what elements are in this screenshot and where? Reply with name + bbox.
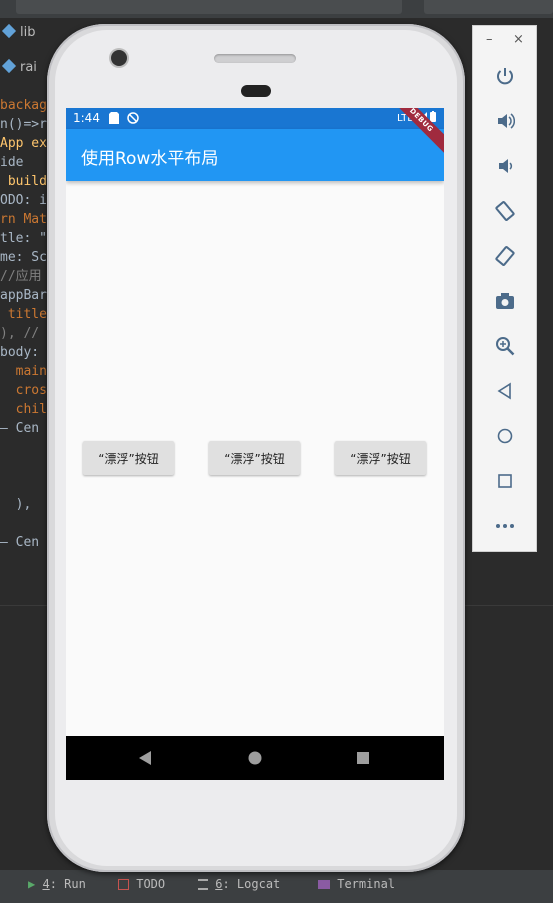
system-nav-bar: [66, 736, 444, 780]
minimize-button[interactable]: –: [486, 32, 493, 47]
float-button-2[interactable]: “漂浮”按钮: [209, 441, 300, 475]
back-icon: [497, 382, 511, 400]
logcat-tool-button[interactable]: 6: Logcat: [198, 877, 280, 891]
breadcrumb-label: lib: [20, 25, 36, 40]
run-tool-key: 4: [42, 877, 50, 891]
rotate-left-icon: [495, 201, 515, 221]
ide-tab-strip: [0, 0, 553, 18]
run-tool-label: : Run: [49, 877, 86, 891]
nav-recents-button[interactable]: [353, 748, 373, 768]
logcat-icon: [198, 879, 208, 890]
nav-back-icon: [139, 751, 151, 765]
breadcrumb[interactable]: lib: [0, 20, 60, 46]
app-bar: 使用Row水平布局: [66, 129, 444, 181]
more-button[interactable]: [487, 508, 523, 544]
screenshot-button[interactable]: [487, 283, 523, 319]
status-bar: 1:44 LTE: [66, 108, 444, 129]
dart-file-icon: [1, 58, 17, 74]
more-icon: [496, 524, 514, 528]
zoom-button[interactable]: [487, 328, 523, 364]
overview-icon: [498, 474, 512, 488]
nav-back-button[interactable]: [135, 748, 155, 768]
nav-home-button[interactable]: [245, 748, 265, 768]
back-button[interactable]: [487, 373, 523, 409]
status-time: 1:44: [73, 111, 100, 125]
todo-tool-button[interactable]: TODO: [118, 877, 165, 891]
earpiece-speaker: [214, 54, 296, 63]
terminal-tool-label: Terminal: [337, 877, 396, 891]
button-row: “漂浮”按钮 “漂浮”按钮 “漂浮”按钮: [66, 441, 444, 476]
todo-icon: [118, 879, 129, 890]
rotate-right-button[interactable]: [487, 238, 523, 274]
front-camera: [111, 50, 127, 66]
editor-tab[interactable]: [16, 0, 402, 14]
sd-card-icon: [109, 112, 119, 124]
file-tab[interactable]: rai: [0, 58, 37, 75]
volume-up-button[interactable]: [487, 103, 523, 139]
run-icon: ▶: [28, 877, 36, 891]
emulator-toolbar: – ×: [472, 25, 537, 552]
home-button[interactable]: [487, 418, 523, 454]
package-icon: [1, 23, 17, 39]
volume-down-icon: [499, 159, 513, 173]
ide-tool-window-bar: ▶ 4: Run TODO 6: Logcat Terminal: [0, 870, 553, 903]
volume-up-icon: [498, 113, 515, 129]
nav-home-icon: [248, 751, 262, 765]
logcat-tool-label: : Logcat: [222, 877, 281, 891]
camera-icon: [496, 293, 514, 309]
app-title: 使用Row水平布局: [81, 149, 219, 169]
float-button-1[interactable]: “漂浮”按钮: [83, 441, 174, 475]
file-tab-label: rai: [20, 60, 37, 75]
power-icon: [497, 68, 513, 85]
rotate-right-icon: [495, 246, 515, 266]
terminal-tool-button[interactable]: Terminal: [318, 877, 395, 891]
phone-screen: 1:44 LTE 使用Row水平布局 DEBUG “漂浮”按钮 “漂浮”按钮 “…: [66, 108, 444, 780]
terminal-icon: [318, 880, 330, 889]
run-tool-button[interactable]: ▶ 4: Run: [28, 877, 86, 891]
todo-tool-label: TODO: [136, 877, 166, 891]
overview-button[interactable]: [487, 463, 523, 499]
nav-recents-icon: [357, 752, 369, 764]
sync-disabled-icon: [127, 112, 139, 124]
float-button-3[interactable]: “漂浮”按钮: [335, 441, 426, 475]
home-icon: [497, 428, 513, 444]
rotate-left-button[interactable]: [487, 193, 523, 229]
editor-tab[interactable]: [424, 0, 553, 14]
proximity-sensor: [241, 85, 271, 97]
close-button[interactable]: ×: [513, 32, 524, 47]
volume-down-button[interactable]: [487, 148, 523, 184]
power-button[interactable]: [487, 58, 523, 94]
zoom-icon: [496, 337, 515, 356]
